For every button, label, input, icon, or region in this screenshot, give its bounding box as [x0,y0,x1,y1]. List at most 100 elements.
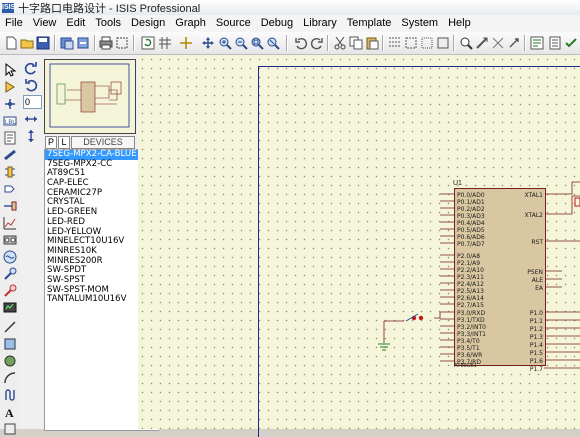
menu-graph[interactable]: Graph [170,15,211,32]
export-icon[interactable] [76,36,90,50]
menu-help[interactable]: Help [443,15,476,32]
pin-label: PSEN [527,269,543,276]
devices-header: DEVICES [71,136,135,149]
mcu-chip[interactable]: P0.0/AD0 P0.1/AD1 P0.2/AD2 P0.3/AD3 P0.4… [454,188,546,373]
menu-source[interactable]: Source [211,15,256,32]
mirror-horizontal-icon[interactable] [24,112,38,126]
pan-icon[interactable] [201,36,215,50]
chip-reference: U1 [453,180,462,187]
zoom-out-icon[interactable] [234,36,248,50]
pick-device-button[interactable]: P [45,136,57,149]
line-2d-icon[interactable] [3,320,17,334]
virtual-instruments-icon[interactable] [3,301,17,315]
netlist-icon[interactable] [530,36,544,50]
save-icon[interactable] [36,36,50,50]
pin-label: P2.5/A13 [457,288,484,295]
electrical-rule-check-icon[interactable] [564,36,578,50]
wire-autorouter-icon[interactable] [507,36,521,50]
pin-label: P0.1/AD1 [457,199,485,206]
pin-label: P0.5/AD5 [457,227,485,234]
redo-icon[interactable] [310,36,324,50]
library-manager-button[interactable]: L [58,136,70,149]
zoom-all-icon[interactable] [250,36,264,50]
text-script-icon[interactable] [3,131,17,145]
main-toolbar [0,32,580,55]
pin-label: P3.6/WR [457,352,483,359]
pin-label: P1.1 [529,318,543,325]
app-icon: ISIS [2,2,16,13]
component-mode-icon[interactable] [3,80,17,94]
arc-2d-icon[interactable] [3,371,17,385]
refresh-icon[interactable] [141,36,155,50]
block-move-icon[interactable] [404,36,418,50]
side-panel: 0 P L DEVICES 7SEG-MPX2-CA-BLUE 7SEG-MPX… [20,55,159,431]
pin-label: P1.2 [529,326,543,333]
pin-label: P3.5/T1 [457,345,480,352]
menu-system[interactable]: System [396,15,443,32]
decompose-icon[interactable] [491,36,505,50]
path-2d-icon[interactable] [3,388,17,402]
paste-icon[interactable] [365,36,379,50]
symbol-2d-icon[interactable] [3,422,17,436]
pick-device-icon[interactable] [459,36,473,50]
block-copy-icon[interactable] [388,36,402,50]
schematic-canvas[interactable]: U1 P0.0/AD0 P0.1/AD1 P0.2/AD2 P0.3/AD3 P… [138,55,580,437]
voltage-probe-icon[interactable] [3,267,17,281]
selection-mode-icon[interactable] [3,63,17,77]
menu-library[interactable]: Library [298,15,342,32]
menu-edit[interactable]: Edit [61,15,90,32]
copy-icon[interactable] [349,36,363,50]
undo-icon[interactable] [294,36,308,50]
menu-debug[interactable]: Debug [256,15,298,32]
menu-file[interactable]: File [0,15,28,32]
svg-text:LBL: LBL [5,120,16,126]
menu-view[interactable]: View [28,15,62,32]
pin-label: P0.3/AD3 [457,213,485,220]
zoom-area-icon[interactable] [266,36,280,50]
make-device-icon[interactable] [475,36,489,50]
terminals-mode-icon[interactable] [3,182,17,196]
block-delete-icon[interactable] [436,36,450,50]
pin-label: P1.0 [529,310,543,317]
pin-label: P2.7/A15 [457,302,484,309]
rotate-clockwise-icon[interactable] [24,61,38,75]
import-icon[interactable] [60,36,74,50]
device-pins-icon[interactable] [3,199,17,213]
bus-icon[interactable] [3,148,17,162]
rotation-angle-field[interactable]: 0 [23,95,42,109]
menu-tools[interactable]: Tools [90,15,126,32]
pin-label: P0.6/AD6 [457,234,485,241]
print-area-icon[interactable] [115,36,129,50]
subcircuit-icon[interactable] [3,165,17,179]
text-2d-icon[interactable]: A [3,405,17,419]
block-rotate-icon[interactable] [420,36,434,50]
tape-recorder-icon[interactable] [3,233,17,247]
print-icon[interactable] [99,36,113,50]
current-probe-icon[interactable] [3,284,17,298]
pin-label: P1.4 [529,342,543,349]
junction-dot-icon[interactable] [3,97,17,111]
zoom-in-icon[interactable] [218,36,232,50]
circle-2d-icon[interactable] [3,354,17,368]
box-2d-icon[interactable] [3,337,17,351]
pin-label: P3.0/RXD [457,310,486,317]
rotate-anticlockwise-icon[interactable] [24,78,38,92]
pin-label: EA [535,285,543,292]
menu-template[interactable]: Template [342,15,397,32]
cut-icon[interactable] [333,36,347,50]
mirror-vertical-icon[interactable] [24,129,38,143]
pin-label: P0.2/AD2 [457,206,485,213]
pin-label: P3.2/INT0 [457,324,486,331]
new-file-icon[interactable] [4,36,18,50]
bill-of-materials-icon[interactable] [548,36,562,50]
generator-icon[interactable] [3,250,17,264]
wire-label-icon[interactable]: LBL [3,114,17,128]
open-folder-icon[interactable] [20,36,34,50]
grid-toggle-icon[interactable] [158,36,172,50]
menu-design[interactable]: Design [126,15,170,32]
window-title: 十字路口电路设计 - ISIS Professional [18,2,201,15]
pin-label: P2.1/A9 [457,260,481,267]
graph-mode-icon[interactable] [3,216,17,230]
overview-window[interactable] [44,59,136,134]
origin-icon[interactable] [179,36,193,50]
